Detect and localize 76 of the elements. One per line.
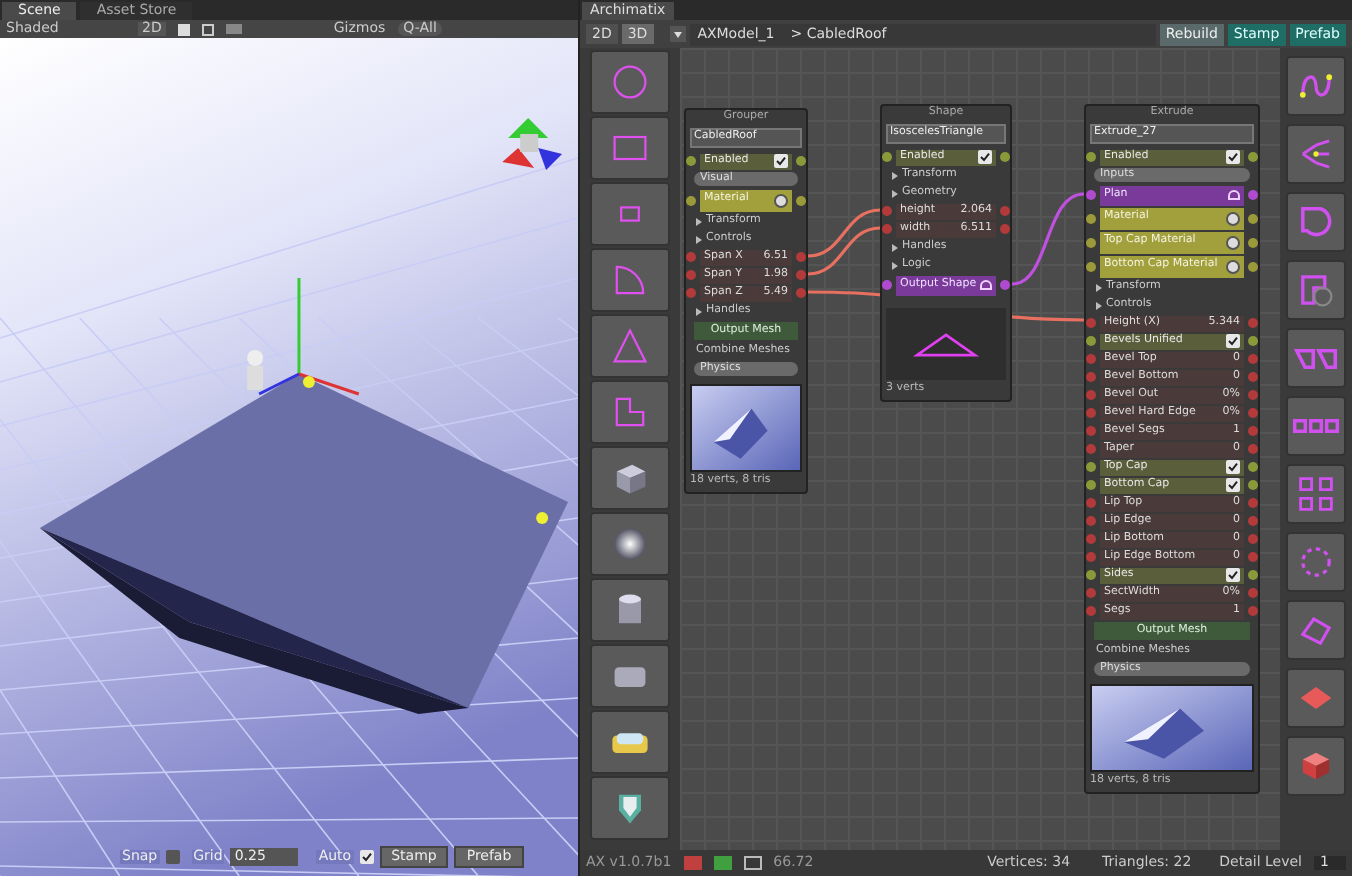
checkbox[interactable] [1226, 460, 1240, 474]
pair-shape-icon [1294, 347, 1338, 369]
socket-icon[interactable] [1086, 237, 1096, 247]
socket-icon[interactable] [1248, 152, 1258, 162]
checkbox[interactable] [1226, 568, 1240, 582]
layer-toggle-icon[interactable] [713, 856, 732, 870]
checkbox[interactable] [1226, 334, 1240, 348]
node-panel[interactable] [1084, 104, 1260, 794]
socket-icon[interactable] [686, 156, 696, 166]
socket-icon[interactable] [1000, 280, 1011, 290]
socket-icon[interactable] [1248, 261, 1258, 271]
caret-icon[interactable] [1096, 301, 1102, 309]
socket-icon[interactable] [686, 195, 696, 205]
shape-tool-button[interactable] [590, 710, 670, 774]
shape-tool-button[interactable] [590, 776, 670, 840]
socket-icon[interactable] [796, 195, 806, 205]
wedge-preview-drawing [692, 386, 800, 470]
menu-icon[interactable] [669, 26, 686, 42]
caret-icon[interactable] [892, 243, 898, 251]
shape-tool-button[interactable] [590, 644, 670, 708]
caret-icon[interactable] [696, 307, 702, 315]
grid-shape-icon [1294, 472, 1338, 516]
palette-button[interactable] [1286, 464, 1346, 524]
socket-icon[interactable] [1248, 237, 1258, 247]
triangle-shape-drawing [912, 327, 980, 361]
shape-tool-button[interactable] [590, 446, 670, 510]
tree-icon[interactable] [743, 856, 762, 870]
socket-icon[interactable] [1086, 261, 1096, 271]
connection-wire [807, 226, 881, 276]
shape-outline-icon [980, 280, 993, 290]
audio-icon[interactable] [201, 23, 214, 35]
triangle-icon [608, 324, 652, 368]
palette-button[interactable] [1286, 600, 1346, 660]
caret-icon[interactable] [696, 235, 702, 243]
socket-icon[interactable] [1248, 213, 1258, 223]
socket-icon[interactable] [1086, 190, 1096, 200]
material-swatch-icon [1226, 259, 1240, 273]
palette-button[interactable] [1286, 668, 1346, 728]
socket-icon[interactable] [1248, 190, 1258, 200]
effects-icon[interactable] [225, 24, 242, 34]
checkbox[interactable] [1226, 478, 1240, 492]
node-graph-canvas[interactable] [680, 48, 1280, 850]
socket-icon[interactable] [882, 152, 892, 162]
checkbox[interactable] [774, 154, 788, 168]
palette-button[interactable] [1286, 736, 1346, 796]
checkbox[interactable] [978, 150, 992, 164]
shape-outline-icon [1228, 190, 1240, 200]
palette-button[interactable] [1286, 396, 1346, 456]
palette-button[interactable] [1286, 124, 1346, 184]
material-swatch-icon [1226, 235, 1240, 249]
shape-tool-button[interactable] [590, 512, 670, 576]
light-icon[interactable] [177, 23, 190, 35]
triple-shape-icon [1292, 418, 1340, 434]
connection-wire [1011, 192, 1085, 286]
socket-icon[interactable] [1086, 213, 1096, 223]
checkbox[interactable] [1226, 150, 1240, 164]
grid-toggle-icon[interactable] [683, 856, 702, 870]
caret-icon[interactable] [1096, 283, 1102, 291]
caret-icon[interactable] [892, 189, 898, 197]
socket-icon[interactable] [882, 280, 892, 290]
socket-icon[interactable] [1086, 152, 1096, 162]
caret-icon[interactable] [892, 261, 898, 269]
caret-icon[interactable] [892, 171, 898, 179]
socket-icon[interactable] [1000, 152, 1010, 162]
material-swatch-icon [774, 193, 788, 207]
palette-button[interactable] [1286, 328, 1346, 388]
palette-button[interactable] [1286, 260, 1346, 320]
connection-wire [807, 208, 881, 258]
palette-button[interactable] [1286, 56, 1346, 116]
circle-icon [608, 60, 652, 104]
material-swatch-icon [1226, 211, 1240, 225]
palette-button[interactable] [1286, 192, 1346, 252]
caret-icon[interactable] [696, 217, 702, 225]
palette-button[interactable] [1286, 532, 1346, 592]
socket-icon[interactable] [796, 156, 806, 166]
shape-tool-button[interactable] [590, 578, 670, 642]
